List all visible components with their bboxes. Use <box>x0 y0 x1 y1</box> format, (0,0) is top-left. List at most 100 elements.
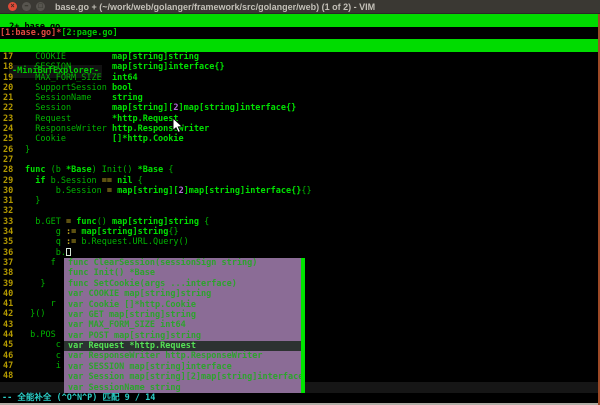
line-text: Session map[string][2]map[string]interfa… <box>17 103 296 113</box>
buffer-item-base-go[interactable]: [1:base.go]* <box>0 28 61 38</box>
line-number: 32 <box>0 206 17 216</box>
code-line[interactable]: 22 Session map[string][2]map[string]inte… <box>0 103 600 113</box>
buffer-tab-bar: 2+ base.go <box>0 14 600 27</box>
maximize-button[interactable]: □ <box>36 2 45 11</box>
line-text: b.POS <box>17 330 56 340</box>
code-line[interactable]: 36 b. <box>0 248 600 258</box>
code-line[interactable]: 29 if b.Session == nil { <box>0 176 600 186</box>
line-number: 39 <box>0 279 17 289</box>
line-text: }() <box>17 309 45 319</box>
line-number: 17 <box>0 52 17 62</box>
line-text: b.GET = func() map[string]string { <box>17 217 209 227</box>
code-line[interactable]: 17 COOKIE map[string]string <box>0 52 600 62</box>
line-text <box>17 206 25 216</box>
line-text <box>17 268 25 278</box>
line-text: COOKIE map[string]string <box>17 52 199 62</box>
completion-item[interactable]: var MAX_FORM_SIZE int64 <box>64 320 301 330</box>
line-text: SupportSession bool <box>17 83 132 93</box>
code-line[interactable]: 26} <box>0 145 600 155</box>
code-line[interactable]: 32 <box>0 206 600 216</box>
line-number: 25 <box>0 134 17 144</box>
line-number: 41 <box>0 299 17 309</box>
code-line[interactable]: 18 SESSION map[string]interface{} <box>0 62 600 72</box>
line-text: b. <box>17 248 71 258</box>
minibufexplorer-buffer-list: [1:base.go]*[2:page.go] <box>0 27 600 39</box>
line-text: q := b.Request.URL.Query() <box>17 237 189 247</box>
code-line[interactable]: 31 } <box>0 196 600 206</box>
code-line[interactable]: 21 SessionName string <box>0 93 600 103</box>
line-text: f <box>17 258 56 268</box>
code-line[interactable]: 25 Cookie []*http.Cookie <box>0 134 600 144</box>
code-line[interactable]: 35 q := b.Request.URL.Query() <box>0 237 600 247</box>
code-line[interactable]: 19 MAX_FORM_SIZE int64 <box>0 73 600 83</box>
completion-item[interactable]: var Cookie []*http.Cookie <box>64 300 301 310</box>
line-number: 35 <box>0 237 17 247</box>
line-text: g := map[string]string{} <box>17 227 179 237</box>
line-text: } <box>17 279 45 289</box>
line-number: 36 <box>0 248 17 258</box>
completion-item[interactable]: var Request *http.Request <box>64 341 301 351</box>
completion-item[interactable]: var SessionName string <box>64 383 301 393</box>
line-text: if b.Session == nil { <box>17 176 143 186</box>
titlebar: × – □ base.go + (~/work/web/golanger/fra… <box>0 0 600 14</box>
minimize-button[interactable]: – <box>22 2 31 11</box>
buffer-item-page-go[interactable]: [2:page.go] <box>61 28 117 38</box>
code-line[interactable]: 23 Request *http.Request <box>0 114 600 124</box>
line-number: 20 <box>0 83 17 93</box>
line-number: 37 <box>0 258 17 268</box>
line-number: 38 <box>0 268 17 278</box>
line-text: c <box>17 340 61 350</box>
line-number: 48 <box>0 371 17 381</box>
window-title: base.go + (~/work/web/golanger/framework… <box>55 2 375 12</box>
line-text: i <box>17 361 61 371</box>
completion-item[interactable]: var ResponseWriter http.ResponseWriter <box>64 351 301 361</box>
line-text: r <box>17 299 56 309</box>
line-number: 28 <box>0 165 17 175</box>
line-number: 27 <box>0 155 17 165</box>
completion-item[interactable]: func ClearSession(sessionSign string) <box>64 258 301 268</box>
line-number: 42 <box>0 309 17 319</box>
text-cursor <box>66 248 71 256</box>
line-number: 26 <box>0 145 17 155</box>
code-line[interactable]: 34 g := map[string]string{} <box>0 227 600 237</box>
code-line[interactable]: 27 <box>0 155 600 165</box>
line-text: SessionName string <box>17 93 143 103</box>
code-line[interactable]: 33 b.GET = func() map[string]string { <box>0 217 600 227</box>
code-line[interactable]: 24 ResponseWriter http.ResponseWriter <box>0 124 600 134</box>
line-number: 30 <box>0 186 17 196</box>
line-number: 45 <box>0 340 17 350</box>
popup-scrollbar[interactable] <box>301 258 305 393</box>
completion-item[interactable]: var COOKIE map[string]string <box>64 289 301 299</box>
completion-item[interactable]: var Session map[string][2]map[string]int… <box>64 372 301 382</box>
completion-item[interactable]: var SESSION map[string]interface <box>64 362 301 372</box>
code-line[interactable]: 30 b.Session = map[string][2]map[string]… <box>0 186 600 196</box>
mouse-cursor <box>172 117 184 134</box>
line-text: } <box>17 196 40 206</box>
line-number: 21 <box>0 93 17 103</box>
completion-item[interactable]: var GET map[string]string <box>64 310 301 320</box>
line-number: 44 <box>0 330 17 340</box>
line-number: 33 <box>0 217 17 227</box>
line-text: SESSION map[string]interface{} <box>17 62 225 72</box>
line-text <box>17 320 25 330</box>
line-text: Request *http.Request <box>17 114 179 124</box>
line-number: 46 <box>0 351 17 361</box>
line-text: MAX_FORM_SIZE int64 <box>17 73 138 83</box>
completion-popup[interactable]: func ClearSession(sessionSign string)fun… <box>64 258 301 393</box>
completion-item[interactable]: func SetCookie(args ...interface) <box>64 279 301 289</box>
code-line[interactable]: 28func (b *Base) Init() *Base { <box>0 165 600 175</box>
line-number: 19 <box>0 73 17 83</box>
line-number: 34 <box>0 227 17 237</box>
completion-item[interactable]: func Init() *Base <box>64 268 301 278</box>
line-text <box>17 289 25 299</box>
line-number: 40 <box>0 289 17 299</box>
code-line[interactable]: 20 SupportSession bool <box>0 83 600 93</box>
completion-item[interactable]: var POST map[string]string <box>64 331 301 341</box>
line-number: 18 <box>0 62 17 72</box>
line-number: 43 <box>0 320 17 330</box>
line-number: 23 <box>0 114 17 124</box>
line-text: func (b *Base) Init() *Base { <box>17 165 173 175</box>
line-number: 24 <box>0 124 17 134</box>
command-line-message: -- 全能补全 (^O^N^P) 匹配 9 / 14 <box>0 393 600 403</box>
close-button[interactable]: × <box>8 2 17 11</box>
